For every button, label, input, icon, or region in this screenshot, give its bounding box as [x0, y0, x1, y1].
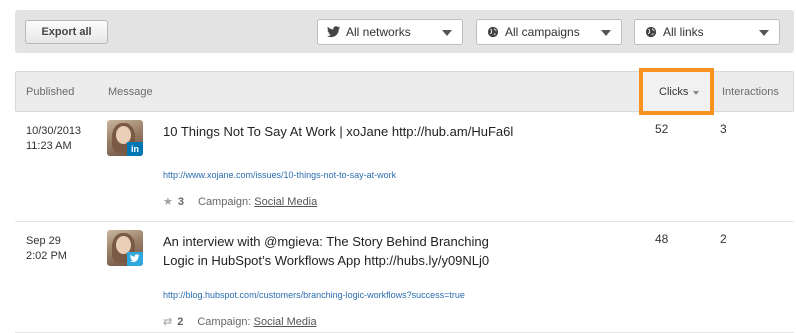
clicks-header-label: Clicks	[659, 86, 689, 98]
filter-toolbar: Export all All networks All campaigns Al…	[15, 10, 794, 53]
message-text: An interview with @mgieva: The Story Beh…	[163, 234, 490, 268]
published-date: Sep 29 2:02 PM	[26, 234, 67, 264]
retweet-count: 2	[177, 316, 184, 328]
globe-icon	[645, 26, 657, 38]
message-text: 10 Things Not To Say At Work | xoJane ht…	[163, 124, 514, 139]
column-header-message[interactable]: Message	[108, 86, 153, 98]
twitter-icon	[127, 252, 143, 266]
links-dropdown[interactable]: All links	[634, 19, 780, 45]
table-row: Sep 29 2:02 PM An interview with @mgieva…	[15, 222, 794, 333]
globe-icon	[487, 26, 499, 38]
links-dropdown-label: All links	[663, 25, 704, 39]
chevron-down-icon	[759, 30, 769, 36]
date-text: 10/30/2013	[26, 125, 82, 137]
published-date: 10/30/2013 11:23 AM	[26, 124, 81, 154]
table-header: Published Message Clicks Interactions	[15, 68, 794, 115]
column-header-interactions[interactable]: Interactions	[722, 86, 779, 98]
campaign-label: Campaign:	[197, 316, 251, 328]
networks-dropdown-label: All networks	[346, 25, 411, 39]
time-text: 2:02 PM	[26, 250, 67, 262]
favorite-count: 3	[177, 196, 184, 208]
twitter-bird-icon	[130, 254, 140, 263]
twitter-bird-icon	[327, 26, 340, 38]
campaign-label: Campaign:	[198, 196, 252, 208]
chevron-down-icon	[601, 30, 611, 36]
table-row: 10/30/2013 11:23 AM in 10 Things Not To …	[15, 112, 794, 222]
column-header-clicks[interactable]: Clicks	[639, 68, 714, 115]
interactions-value: 3	[720, 122, 727, 136]
interactions-value: 2	[720, 232, 727, 246]
time-text: 11:23 AM	[26, 140, 72, 152]
avatar: in	[107, 120, 143, 156]
export-all-button[interactable]: Export all	[25, 20, 108, 44]
star-icon: ★	[163, 196, 173, 208]
sort-caret-icon	[693, 91, 699, 95]
message-url-link[interactable]: http://blog.hubspot.com/customers/branch…	[163, 290, 465, 300]
avatar	[107, 230, 143, 266]
campaigns-dropdown[interactable]: All campaigns	[476, 19, 622, 45]
campaign-link[interactable]: Social Media	[254, 316, 317, 328]
date-text: Sep 29	[26, 235, 61, 247]
clicks-value: 52	[655, 122, 669, 136]
message-url-link[interactable]: http://www.xojane.com/issues/10-things-n…	[163, 170, 396, 180]
networks-dropdown[interactable]: All networks	[317, 19, 463, 45]
message-meta: ★ 3 Campaign: Social Media	[163, 195, 317, 208]
chevron-down-icon	[442, 30, 452, 36]
column-header-published[interactable]: Published	[26, 86, 74, 98]
campaigns-dropdown-label: All campaigns	[505, 25, 580, 39]
message-meta: ⇄ 2 Campaign: Social Media	[163, 315, 317, 328]
retweet-icon: ⇄	[163, 316, 173, 328]
campaign-link[interactable]: Social Media	[254, 196, 317, 208]
linkedin-icon: in	[127, 142, 143, 156]
clicks-value: 48	[655, 232, 669, 246]
